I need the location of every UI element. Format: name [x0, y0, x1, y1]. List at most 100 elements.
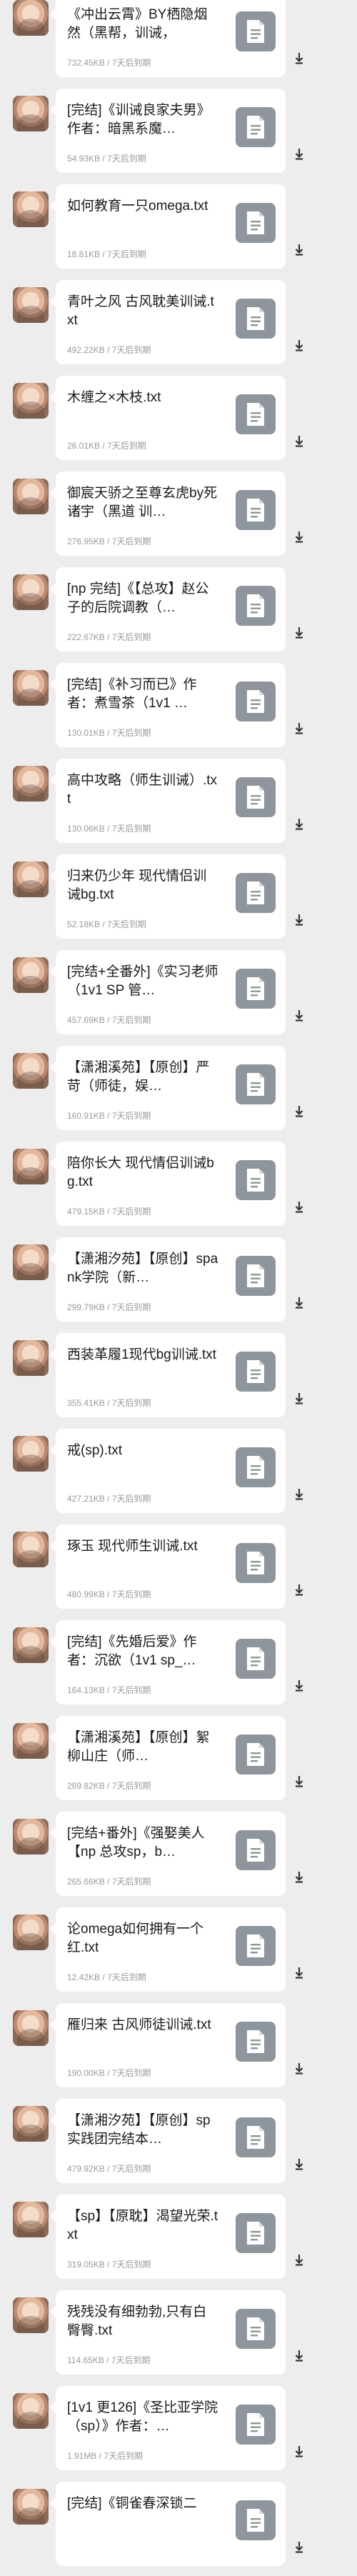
sender-avatar[interactable] — [13, 1914, 49, 1950]
sender-avatar[interactable] — [13, 1819, 49, 1854]
file-bubble[interactable]: [完结]《训诫良家夫男》作者：暗黑系魔… 54.93KB / 7天后到期 — [50, 89, 286, 173]
file-bubble[interactable]: [完结+全番外]《实习老师（1v1 SP 管… 457.69KB / 7天后到期 — [50, 950, 286, 1034]
download-icon[interactable] — [290, 1484, 308, 1503]
document-icon — [236, 2213, 276, 2253]
sender-avatar[interactable] — [13, 670, 49, 706]
sender-avatar[interactable] — [13, 96, 49, 131]
sender-avatar[interactable] — [13, 2010, 49, 2046]
document-icon — [236, 1160, 276, 1200]
file-bubble[interactable]: [完结]《补习而已》作者：煮雪茶（1v1 … 130.01KB / 7天后到期 — [50, 663, 286, 747]
file-name: 残残没有细勃勃,只有白臀臀.txt — [67, 2305, 207, 2338]
file-name: 【sp】【原耽】渴望光荣.txt — [67, 2209, 218, 2242]
file-bubble[interactable]: 高中攻略（师生训诫）.txt 130.06KB / 7天后到期 — [50, 759, 286, 843]
file-bubble[interactable]: 【潇湘汐苑】【原创】spank学院（新… 299.79KB / 7天后到期 — [50, 1237, 286, 1322]
file-name: [np 完结]《【总攻】赵公子的后院调教（… — [67, 581, 209, 615]
sender-avatar[interactable] — [13, 1627, 49, 1663]
download-icon[interactable] — [290, 2346, 308, 2365]
download-icon[interactable] — [290, 1197, 308, 1216]
sender-avatar[interactable] — [13, 957, 49, 993]
file-bubble[interactable]: 西装革履1现代bg训诫.txt 355.41KB / 7天后到期 — [50, 1333, 286, 1417]
sender-avatar[interactable] — [13, 1149, 49, 1184]
file-bubble[interactable]: [完结]《先婚后爱》作者：沉欲（1v1 sp_… 164.13KB / 7天后到期 — [50, 1620, 286, 1704]
sender-avatar[interactable] — [13, 2202, 49, 2237]
file-name: 如何教育一只omega.txt — [67, 199, 208, 214]
sender-avatar[interactable] — [13, 1340, 49, 1376]
download-icon[interactable] — [290, 2537, 308, 2556]
download-icon[interactable] — [290, 336, 308, 354]
sender-avatar[interactable] — [13, 287, 49, 323]
download-icon[interactable] — [290, 814, 308, 833]
file-message: [完结+番外]《强娶美人【np 总攻sp，b… 265.66KB / 7天后到期 — [0, 1810, 357, 1906]
download-icon[interactable] — [290, 1580, 308, 1599]
file-message: 论omega如何拥有一个红.txt 12.42KB / 7天后到期 — [0, 1906, 357, 2002]
sender-avatar[interactable] — [13, 0, 49, 36]
download-icon[interactable] — [290, 2442, 308, 2460]
sender-avatar[interactable] — [13, 1436, 49, 1472]
file-bubble[interactable]: 【潇湘溪苑】【原创】絮柳山庄（师… 289.82KB / 7天后到期 — [50, 1716, 286, 1800]
chat-message-feed: 《冲出云霄》BY栖隐烟然（黑帮，训诫， 732.45KB / 7天后到期 [完结]《… — [0, 0, 357, 2566]
download-icon[interactable] — [290, 2059, 308, 2077]
download-icon[interactable] — [290, 1006, 308, 1024]
file-meta: 130.01KB / 7天后到期 — [67, 728, 151, 738]
file-meta: 130.06KB / 7天后到期 — [67, 824, 151, 834]
sender-avatar[interactable] — [13, 1053, 49, 1089]
sender-avatar[interactable] — [13, 574, 49, 610]
download-icon[interactable] — [290, 431, 308, 450]
file-bubble[interactable]: [1v1 更126]《圣比亚学院（sp）》作者：… 1.91MB / 7天后到期 — [50, 2386, 286, 2470]
download-icon[interactable] — [290, 527, 308, 546]
file-bubble[interactable]: 陪你长大 现代情侣训诫bg.txt 479.15KB / 7天后到期 — [50, 1142, 286, 1226]
file-meta: 479.92KB / 7天后到期 — [67, 2164, 151, 2174]
sender-avatar[interactable] — [13, 766, 49, 802]
download-icon[interactable] — [290, 1293, 308, 1312]
download-icon[interactable] — [290, 1867, 308, 1886]
file-bubble[interactable]: 【潇湘溪苑】【原创】严苛（师徒，娱… 160.91KB / 7天后到期 — [50, 1046, 286, 1130]
file-bubble[interactable]: 戒(sp).txt 427.21KB / 7天后到期 — [50, 1429, 286, 1513]
sender-avatar[interactable] — [13, 383, 49, 419]
file-bubble[interactable]: 琢玉 现代师生训诫.txt 480.99KB / 7天后到期 — [50, 1524, 286, 1609]
file-bubble[interactable]: 御宸天骄之至尊玄虎by死诸宇（黑道 训… 276.95KB / 7天后到期 — [50, 471, 286, 556]
sender-avatar[interactable] — [13, 1723, 49, 1759]
download-icon[interactable] — [290, 144, 308, 163]
file-message: 高中攻略（师生训诫）.txt 130.06KB / 7天后到期 — [0, 757, 357, 853]
download-icon[interactable] — [290, 2155, 308, 2173]
file-meta: 492.22KB / 7天后到期 — [67, 345, 151, 355]
file-bubble[interactable]: 木缠之×木枝.txt 26.01KB / 7天后到期 — [50, 376, 286, 460]
file-name: [1v1 更126]《圣比亚学院（sp）》作者：… — [67, 2400, 218, 2434]
download-icon[interactable] — [290, 240, 308, 259]
file-bubble[interactable]: 归来仍少年 现代情侣训诫bg.txt 52.18KB / 7天后到期 — [50, 854, 286, 939]
download-icon[interactable] — [290, 1963, 308, 1982]
file-meta: 479.15KB / 7天后到期 — [67, 1207, 151, 1217]
sender-avatar[interactable] — [13, 2489, 49, 2525]
download-icon[interactable] — [290, 1772, 308, 1790]
sender-avatar[interactable] — [13, 1244, 49, 1280]
download-icon[interactable] — [290, 1389, 308, 1407]
file-bubble[interactable]: 《冲出云霄》BY栖隐烟然（黑帮，训诫， 732.45KB / 7天后到期 — [50, 0, 286, 77]
download-icon[interactable] — [290, 719, 308, 737]
sender-avatar[interactable] — [13, 191, 49, 227]
document-icon — [236, 777, 276, 817]
download-icon[interactable] — [290, 1676, 308, 1694]
download-icon[interactable] — [290, 910, 308, 929]
file-bubble[interactable]: [完结]《铜雀春深锁二 — [50, 2482, 286, 2566]
sender-avatar[interactable] — [13, 2297, 49, 2333]
sender-avatar[interactable] — [13, 1532, 49, 1567]
file-bubble[interactable]: 论omega如何拥有一个红.txt 12.42KB / 7天后到期 — [50, 1907, 286, 1992]
file-bubble[interactable]: 【sp】【原耽】渴望光荣.txt 319.05KB / 7天后到期 — [50, 2195, 286, 2279]
file-bubble[interactable]: 雁归来 古风师徒训诫.txt 190.00KB / 7天后到期 — [50, 2003, 286, 2087]
file-bubble[interactable]: 如何教育一只omega.txt 18.81KB / 7天后到期 — [50, 184, 286, 269]
download-icon[interactable] — [290, 49, 308, 67]
file-bubble[interactable]: 【潇湘汐苑】【原创】sp实践团完结本… 479.92KB / 7天后到期 — [50, 2099, 286, 2183]
sender-avatar[interactable] — [13, 2106, 49, 2142]
download-icon[interactable] — [290, 1102, 308, 1120]
file-message: [完结]《铜雀春深锁二 — [0, 2480, 357, 2576]
sender-avatar[interactable] — [13, 2393, 49, 2429]
sender-avatar[interactable] — [13, 862, 49, 897]
sender-avatar[interactable] — [13, 479, 49, 514]
file-bubble[interactable]: [np 完结]《【总攻】赵公子的后院调教（… 222.67KB / 7天后到期 — [50, 567, 286, 652]
file-bubble[interactable]: 青叶之风 古风耽美训诫.txt 492.22KB / 7天后到期 — [50, 280, 286, 364]
document-icon — [236, 1352, 276, 1392]
download-icon[interactable] — [290, 623, 308, 641]
file-bubble[interactable]: 残残没有细勃勃,只有白臀臀.txt 114.65KB / 7天后到期 — [50, 2290, 286, 2375]
download-icon[interactable] — [290, 2250, 308, 2269]
file-bubble[interactable]: [完结+番外]《强娶美人【np 总攻sp，b… 265.66KB / 7天后到期 — [50, 1812, 286, 1896]
